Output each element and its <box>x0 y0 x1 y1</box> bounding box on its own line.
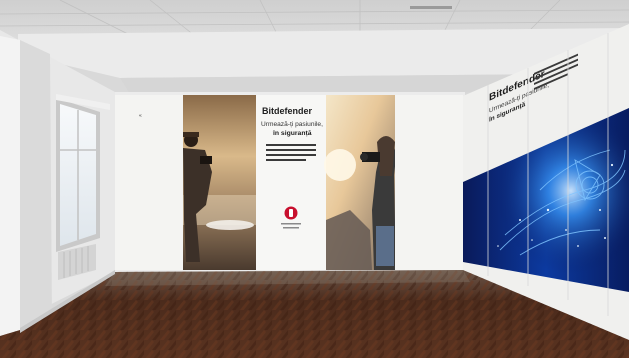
surfboard <box>206 220 254 230</box>
room-render: « Bitdefender Urmează-ți pasiunile, în s… <box>0 0 629 358</box>
center-tagline-1: Urmează-ți pasiunile, <box>261 121 323 128</box>
center-tagline-2: în siguranță <box>272 130 312 137</box>
left-column <box>0 36 20 336</box>
ceiling-vent <box>410 6 452 9</box>
column-side <box>20 40 52 330</box>
panel-mark: « <box>139 113 142 119</box>
panel-white-left <box>115 95 183 270</box>
exhibition-room-scene: « Bitdefender Urmează-ți pasiunile, în s… <box>0 0 629 358</box>
center-brand-logo: Bitdefender <box>262 106 313 116</box>
panel-white-right <box>395 95 463 270</box>
